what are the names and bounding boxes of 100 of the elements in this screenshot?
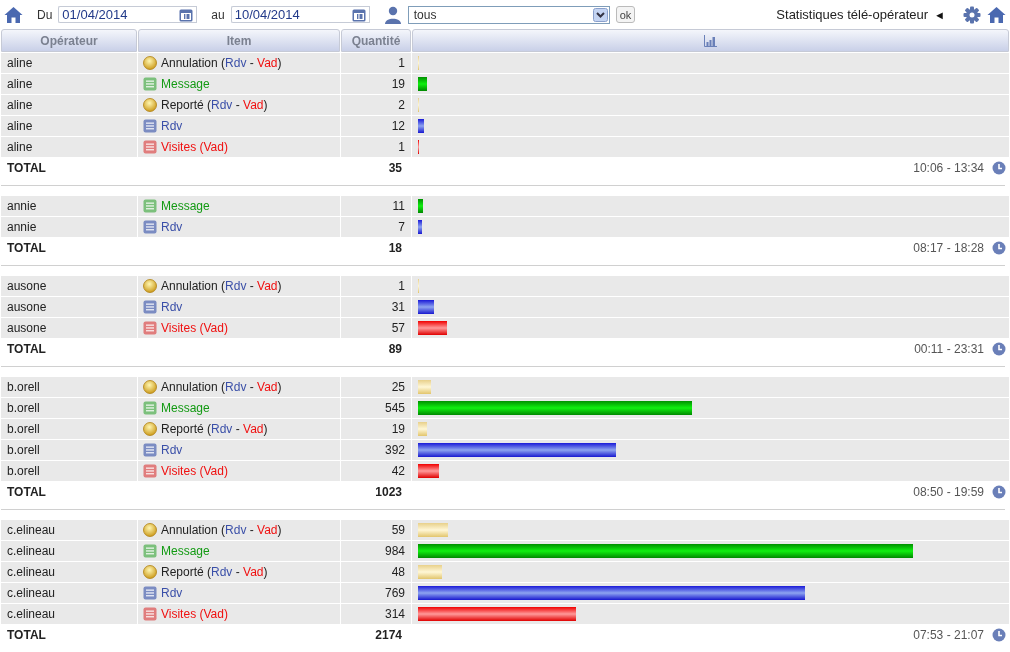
chevron-down-icon[interactable]	[592, 7, 608, 22]
coin-icon	[143, 422, 157, 436]
item-label: Visites (Vad)	[161, 464, 228, 478]
coin-icon	[143, 523, 157, 537]
list-icon	[143, 443, 157, 457]
item-label: Rdv	[161, 119, 183, 133]
item-label: Annulation (Rdv - Vad)	[161, 523, 282, 537]
total-label: TOTAL	[6, 341, 47, 356]
list-icon	[143, 199, 157, 213]
time-range: 10:06 - 13:34	[913, 160, 984, 175]
operator-cell: aline	[1, 95, 137, 115]
quantity-cell: 1	[341, 276, 411, 296]
operator-cell: ausone	[1, 276, 137, 296]
list-icon	[143, 464, 157, 478]
quantity-cell: 59	[341, 520, 411, 540]
list-icon	[143, 77, 157, 91]
operator-cell: c.elineau	[1, 562, 137, 582]
time-range: 07:53 - 21:07	[913, 627, 984, 642]
quantity-cell: 392	[341, 440, 411, 460]
item-label: Message	[161, 199, 210, 213]
total-label: TOTAL	[6, 484, 47, 499]
total-label: TOTAL	[6, 160, 47, 175]
quantity-cell: 2	[341, 95, 411, 115]
operator-cell: ausone	[1, 297, 137, 317]
total-label: TOTAL	[6, 627, 47, 642]
list-icon	[143, 140, 157, 154]
operator-cell: ausone	[1, 318, 137, 338]
list-icon	[143, 300, 157, 314]
item-label: Visites (Vad)	[161, 321, 228, 335]
list-icon	[143, 220, 157, 234]
clock-icon[interactable]	[992, 627, 1006, 642]
item-label: Visites (Vad)	[161, 607, 228, 621]
quantity-cell: 42	[341, 461, 411, 481]
to-label: au	[211, 7, 225, 22]
item-label: Visites (Vad)	[161, 140, 228, 154]
time-range: 00:11 - 23:31	[914, 341, 984, 356]
total-quantity: 18	[387, 240, 402, 255]
ok-button[interactable]: ok	[615, 6, 636, 23]
home-icon[interactable]	[987, 5, 1006, 24]
quantity-cell: 19	[341, 419, 411, 439]
quantity-cell: 48	[341, 562, 411, 582]
coin-icon	[143, 98, 157, 112]
home-icon[interactable]	[4, 5, 23, 24]
item-label: Rdv	[161, 220, 183, 234]
quantity-cell: 1	[341, 53, 411, 73]
settings-icon[interactable]	[963, 5, 981, 24]
list-icon	[143, 544, 157, 558]
item-label: Message	[161, 544, 210, 558]
item-label: Message	[161, 401, 210, 415]
clock-icon[interactable]	[992, 160, 1006, 175]
total-quantity: 89	[387, 341, 402, 356]
list-icon	[143, 607, 157, 621]
operator-cell: c.elineau	[1, 520, 137, 540]
quantity-cell: 12	[341, 116, 411, 136]
quantity-cell: 31	[341, 297, 411, 317]
item-label: Reporté (Rdv - Vad)	[161, 565, 268, 579]
operator-cell: b.orell	[1, 398, 137, 418]
list-icon	[143, 586, 157, 600]
coin-icon	[143, 565, 157, 579]
bar-chart-icon[interactable]	[704, 34, 717, 47]
operator-cell: aline	[1, 116, 137, 136]
operator-cell: aline	[1, 137, 137, 157]
operator-cell: c.elineau	[1, 583, 137, 603]
quantity-cell: 769	[341, 583, 411, 603]
time-range: 08:50 - 19:59	[913, 484, 984, 499]
list-icon	[143, 321, 157, 335]
page-title: Statistiques télé-opérateur	[776, 7, 929, 22]
operator-cell: aline	[1, 74, 137, 94]
quantity-cell: 984	[341, 541, 411, 561]
item-label: Annulation (Rdv - Vad)	[161, 56, 282, 70]
quantity-cell: 314	[341, 604, 411, 624]
clock-icon[interactable]	[992, 240, 1006, 255]
operator-select[interactable]: tous	[407, 5, 610, 24]
item-label: Annulation (Rdv - Vad)	[161, 380, 282, 394]
operator-cell: annie	[1, 196, 137, 216]
total-quantity: 2174	[374, 627, 402, 642]
item-label: Reporté (Rdv - Vad)	[161, 98, 268, 112]
quantity-cell: 545	[341, 398, 411, 418]
item-label: Reporté (Rdv - Vad)	[161, 422, 268, 436]
time-range: 08:17 - 18:28	[913, 240, 984, 255]
clock-icon[interactable]	[992, 341, 1006, 356]
item-label: Rdv	[161, 443, 183, 457]
item-label: Rdv	[161, 586, 183, 600]
quantity-cell: 57	[341, 318, 411, 338]
operator-cell: annie	[1, 217, 137, 237]
collapse-toggle[interactable]: ◄	[934, 8, 945, 21]
coin-icon	[143, 279, 157, 293]
list-icon	[143, 119, 157, 133]
item-label: Message	[161, 77, 210, 91]
list-icon	[143, 401, 157, 415]
quantity-cell: 25	[341, 377, 411, 397]
coin-icon	[143, 380, 157, 394]
operator-cell: c.elineau	[1, 604, 137, 624]
item-label: Annulation (Rdv - Vad)	[161, 279, 282, 293]
quantity-cell: 1	[341, 137, 411, 157]
quantity-cell: 7	[341, 217, 411, 237]
clock-icon[interactable]	[992, 484, 1006, 499]
operator-cell: aline	[1, 53, 137, 73]
operator-cell: c.elineau	[1, 541, 137, 561]
from-label: Du	[37, 7, 53, 22]
